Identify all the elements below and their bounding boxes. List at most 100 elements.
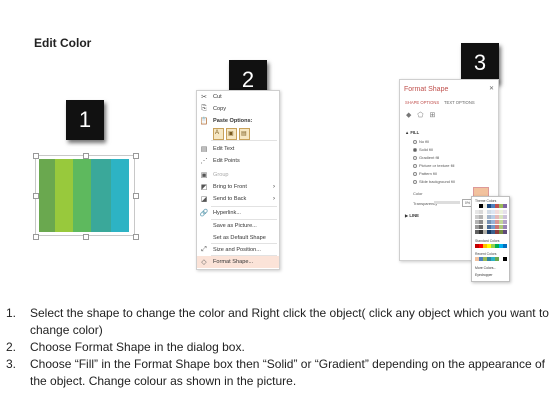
resize-handle[interactable] (83, 153, 89, 159)
radio-button[interactable] (413, 171, 417, 176)
effects-icon[interactable]: ⬠ (417, 111, 423, 119)
color-swatch[interactable] (475, 215, 479, 219)
color-swatch[interactable] (483, 210, 487, 214)
menu-item-group[interactable]: ▣ Group (197, 169, 279, 181)
shape-stripe[interactable] (73, 159, 91, 232)
menu-item-copy[interactable]: ⎘ Copy (197, 103, 279, 115)
tab-shape-options[interactable]: SHAPE OPTIONS (405, 100, 439, 105)
color-swatch[interactable] (487, 220, 491, 224)
color-swatch[interactable] (475, 220, 479, 224)
color-swatch[interactable] (491, 244, 495, 248)
radio-button[interactable] (413, 179, 417, 184)
shape-stripe[interactable] (55, 159, 73, 232)
color-swatch[interactable] (495, 220, 499, 224)
color-swatch[interactable] (479, 204, 483, 208)
color-swatch[interactable] (499, 244, 503, 248)
resize-handle[interactable] (83, 234, 89, 240)
color-swatch[interactable] (479, 210, 483, 214)
eyedropper-link[interactable]: Eyedropper (475, 273, 493, 277)
more-colors-link[interactable]: More Colors... (475, 266, 496, 270)
radio-button[interactable] (413, 163, 417, 168)
close-icon[interactable]: ✕ (489, 85, 494, 92)
color-swatch[interactable] (503, 204, 507, 208)
fill-option[interactable]: Slide background fill (413, 179, 455, 184)
transparency-slider[interactable] (434, 201, 460, 204)
color-swatch[interactable] (483, 244, 487, 248)
menu-item-cut[interactable]: ✂ Cut (197, 91, 279, 103)
tab-text-options[interactable]: TEXT OPTIONS (444, 100, 475, 105)
color-swatch[interactable] (499, 210, 503, 214)
resize-handle[interactable] (33, 193, 39, 199)
size-properties-icon[interactable]: ⊞ (429, 111, 435, 119)
color-swatch[interactable] (487, 215, 491, 219)
color-swatch[interactable] (495, 230, 499, 234)
color-swatch[interactable] (475, 257, 479, 261)
radio-button[interactable] (413, 155, 417, 160)
color-swatch[interactable] (487, 244, 491, 248)
shape-stripe[interactable] (39, 159, 55, 232)
color-swatch[interactable] (503, 215, 507, 219)
color-swatch[interactable] (483, 204, 487, 208)
color-swatch[interactable] (491, 257, 495, 261)
color-swatch[interactable] (499, 230, 503, 234)
color-swatch[interactable] (503, 230, 507, 234)
menu-item-bring-to-front[interactable]: ◩ Bring to Front › (197, 181, 279, 193)
color-swatch[interactable] (479, 215, 483, 219)
paste-option-icon[interactable]: ▤ (239, 128, 250, 140)
color-swatch[interactable] (491, 220, 495, 224)
menu-item-send-to-back[interactable]: ◪ Send to Back › (197, 193, 279, 205)
radio-button[interactable] (413, 139, 417, 144)
radio-button[interactable] (413, 147, 417, 152)
color-swatch[interactable] (479, 244, 483, 248)
color-swatch[interactable] (479, 220, 483, 224)
color-swatch[interactable] (479, 230, 483, 234)
color-swatch[interactable] (499, 220, 503, 224)
color-swatch[interactable] (479, 257, 483, 261)
color-swatch[interactable] (503, 225, 507, 229)
color-swatch[interactable] (483, 230, 487, 234)
menu-item-edit-text[interactable]: ▤ Edit Text (197, 143, 279, 155)
color-swatch[interactable] (475, 230, 479, 234)
resize-handle[interactable] (33, 234, 39, 240)
fill-option[interactable]: Pattern fill (413, 171, 437, 176)
shape-stripe[interactable] (91, 159, 111, 232)
color-swatch[interactable] (495, 210, 499, 214)
paste-option-icon[interactable]: A (213, 128, 224, 140)
color-swatch[interactable] (499, 225, 503, 229)
color-swatch[interactable] (499, 215, 503, 219)
menu-item-format-shape[interactable]: ◇ Format Shape... (197, 256, 279, 268)
color-swatch[interactable] (503, 220, 507, 224)
color-swatch[interactable] (475, 204, 479, 208)
color-swatch[interactable] (483, 215, 487, 219)
color-swatch[interactable] (495, 225, 499, 229)
fill-option[interactable]: No fill (413, 139, 429, 144)
paste-option-icon[interactable]: ▣ (226, 128, 237, 140)
shape-stripe[interactable] (111, 159, 129, 232)
menu-item-save-as-picture[interactable]: Save as Picture... (197, 220, 279, 232)
color-swatch[interactable] (483, 220, 487, 224)
color-swatch[interactable] (495, 244, 499, 248)
selected-striped-shape[interactable] (33, 153, 139, 240)
fill-section-header[interactable]: ▲ FILL (405, 130, 419, 135)
color-swatch[interactable] (491, 210, 495, 214)
resize-handle[interactable] (33, 153, 39, 159)
menu-item-hyperlink[interactable]: 🔗 Hyperlink... (197, 207, 279, 219)
color-swatch[interactable] (503, 210, 507, 214)
color-swatch[interactable] (475, 244, 479, 248)
color-swatch[interactable] (487, 225, 491, 229)
fill-line-icon[interactable]: ◆ (406, 111, 411, 119)
menu-item-edit-points[interactable]: ⋰ Edit Points (197, 155, 279, 167)
color-swatch[interactable] (499, 204, 503, 208)
color-swatch[interactable] (503, 257, 507, 261)
color-swatch[interactable] (495, 257, 499, 261)
color-swatch[interactable] (487, 230, 491, 234)
color-swatch[interactable] (479, 225, 483, 229)
fill-option[interactable]: Picture or texture fill (413, 163, 454, 168)
color-swatch[interactable] (499, 257, 503, 261)
color-swatch[interactable] (483, 225, 487, 229)
line-section-header[interactable]: ▶ LINE (405, 213, 419, 218)
color-swatch[interactable] (487, 257, 491, 261)
color-swatch[interactable] (495, 204, 499, 208)
color-swatch[interactable] (483, 257, 487, 261)
color-swatch[interactable] (487, 204, 491, 208)
